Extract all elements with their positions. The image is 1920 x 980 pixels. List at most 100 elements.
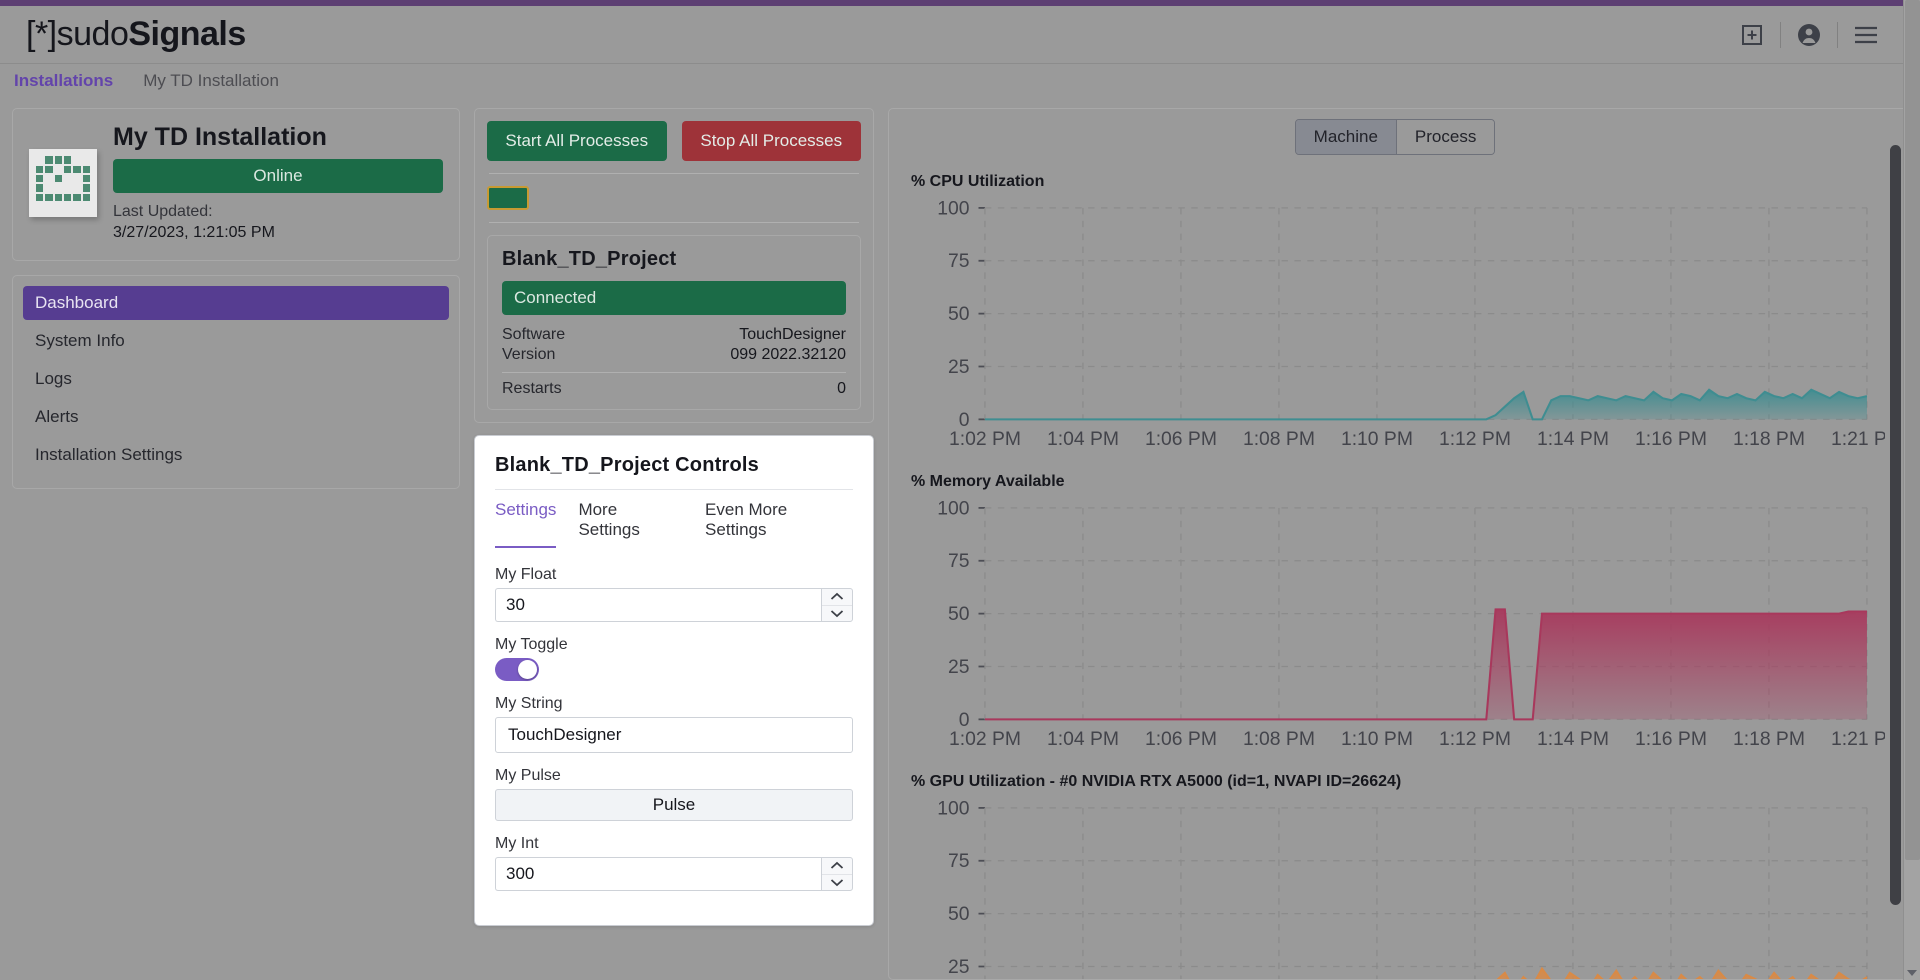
account-circle-icon[interactable] (1781, 14, 1837, 56)
table-row: Restarts 0 (502, 373, 846, 400)
my-int-decrement-icon[interactable] (822, 875, 852, 891)
hamburger-menu-icon[interactable] (1838, 14, 1894, 56)
field-my-float: My Float (495, 566, 853, 622)
chart-block-cpu: % CPU Utilization 0 25 50 75 100 1:02 PM 1:04 … (905, 173, 1885, 453)
svg-text:75: 75 (948, 550, 970, 572)
page-scrollbar-track[interactable] (1903, 0, 1920, 980)
svg-text:75: 75 (948, 850, 970, 872)
my-toggle-switch[interactable] (495, 658, 539, 681)
process-button-row: Start All Processes Stop All Processes (487, 121, 861, 161)
svg-text:25: 25 (948, 956, 970, 978)
sidebar-item-alerts[interactable]: Alerts (23, 400, 449, 434)
svg-text:1:16 PM: 1:16 PM (1635, 428, 1707, 450)
svg-text:1:16 PM: 1:16 PM (1635, 728, 1707, 750)
svg-text:1:04 PM: 1:04 PM (1047, 728, 1119, 750)
svg-text:1:06 PM: 1:06 PM (1145, 428, 1217, 450)
add-box-icon[interactable] (1724, 14, 1780, 56)
my-float-label: My Float (495, 566, 557, 583)
toggle-knob (518, 660, 537, 679)
breadcrumb-item-installations[interactable]: Installations (14, 71, 113, 91)
svg-text:50: 50 (948, 903, 970, 925)
last-updated-value: 3/27/2023, 1:21:05 PM (113, 224, 275, 242)
chart-title-cpu: % CPU Utilization (911, 173, 1045, 190)
tab-even-more-settings[interactable]: Even More Settings (705, 500, 853, 548)
svg-text:1:06 PM: 1:06 PM (1145, 728, 1217, 750)
chart-gpu-utilization: 02550751001:02 PM1:04 PM1:06 PM1:08 PM1:… (905, 795, 1885, 979)
my-float-input[interactable] (495, 588, 821, 622)
table-row: Software TouchDesigner (502, 325, 846, 345)
sidebar-item-installation-settings[interactable]: Installation Settings (23, 438, 449, 472)
installation-title: My TD Installation (113, 123, 327, 151)
controls-panel-title: Blank_TD_Project Controls (495, 454, 759, 476)
start-all-processes-button[interactable]: Start All Processes (487, 121, 667, 161)
installation-info: My TD Installation Online Last Updated: … (113, 123, 443, 244)
my-int-stepper (821, 857, 853, 891)
logo-signals: Signals (128, 15, 246, 53)
field-my-pulse: My Pulse Pulse (495, 767, 853, 821)
svg-text:1:08 PM: 1:08 PM (1243, 428, 1315, 450)
monitoring-panel: Machine Process % CPU Utilization 0 25 50 7… (888, 108, 1908, 980)
scope-toggle-group: Machine Process (1294, 119, 1496, 155)
chart-block-memory: % Memory Available 0 25 50 75 100 1:02 PM 1:04… (905, 473, 1885, 753)
scope-toggle-machine[interactable]: Machine (1295, 120, 1396, 154)
svg-text:1:02 PM: 1:02 PM (949, 428, 1021, 450)
process-status-chip[interactable] (487, 186, 529, 210)
scope-toggle: Machine Process (905, 119, 1885, 155)
my-float-increment-icon[interactable] (822, 589, 852, 606)
svg-text:1:14 PM: 1:14 PM (1537, 728, 1609, 750)
middle-column: Start All Processes Stop All Processes B… (474, 108, 874, 980)
my-pulse-label: My Pulse (495, 767, 561, 784)
scroll-down-arrow-icon[interactable] (1907, 970, 1917, 976)
svg-text:1:04 PM: 1:04 PM (1047, 428, 1119, 450)
breadcrumb: Installations My TD Installation (0, 64, 1920, 98)
svg-text:25: 25 (948, 656, 970, 678)
my-pulse-button[interactable]: Pulse (495, 789, 853, 821)
project-card: Blank_TD_Project Connected Software Touc… (487, 235, 861, 410)
row-key-version: Version (502, 346, 556, 363)
chart-title-memory: % Memory Available (911, 472, 1065, 490)
tab-settings[interactable]: Settings (495, 500, 557, 548)
installation-status-badge[interactable]: Online (113, 158, 443, 193)
svg-text:1:18 PM: 1:18 PM (1733, 428, 1805, 450)
svg-text:1:12 PM: 1:12 PM (1439, 728, 1511, 750)
row-key-software: Software (502, 326, 566, 343)
sidebar-item-logs[interactable]: Logs (23, 362, 449, 396)
app-header: [*] sudo Signals (0, 6, 1920, 64)
process-divider-2 (489, 222, 859, 223)
my-float-control (495, 588, 853, 622)
breadcrumb-item-my-td-installation[interactable]: My TD Installation (143, 71, 279, 91)
svg-text:100: 100 (937, 497, 969, 519)
svg-text:25: 25 (948, 356, 970, 378)
sidebar-item-dashboard[interactable]: Dashboard (23, 285, 449, 320)
svg-text:75: 75 (948, 250, 970, 272)
chart-cpu-utilization: 0 25 50 75 100 1:02 PM 1:04 PM 1:06 PM 1:08 PM 1:… (905, 195, 1885, 453)
my-int-input[interactable] (495, 857, 821, 891)
field-my-toggle: My Toggle (495, 636, 853, 681)
table-row: Version 099 2022.32120 (502, 345, 846, 365)
my-string-label: My String (495, 695, 563, 712)
scope-toggle-process[interactable]: Process (1395, 120, 1495, 154)
sidebar-item-system-info[interactable]: System Info (23, 324, 449, 358)
my-toggle-label: My Toggle (495, 636, 568, 653)
my-int-increment-icon[interactable] (822, 858, 852, 875)
monitoring-scrollbar-track[interactable] (1890, 117, 1901, 975)
svg-text:50: 50 (948, 603, 970, 625)
project-details-table: Software TouchDesigner Version 099 2022.… (502, 325, 846, 399)
my-string-input[interactable] (495, 717, 853, 753)
tab-more-settings[interactable]: More Settings (578, 500, 683, 548)
controls-tabs: Settings More Settings Even More Setting… (495, 500, 853, 548)
controls-divider (495, 489, 853, 490)
left-column: My TD Installation Online Last Updated: … (12, 108, 460, 980)
app-logo: [*] sudo Signals (26, 15, 246, 54)
process-control-card: Start All Processes Stop All Processes B… (474, 108, 874, 423)
monitoring-scrollbar-thumb[interactable] (1890, 145, 1901, 905)
table-divider-row (502, 365, 846, 373)
header-actions (1724, 14, 1894, 56)
page-scrollbar-thumb[interactable] (1905, 0, 1920, 860)
project-controls-panel: Blank_TD_Project Controls Settings More … (474, 435, 874, 926)
project-connection-status[interactable]: Connected (502, 281, 846, 315)
my-int-label: My Int (495, 835, 539, 852)
stop-all-processes-button[interactable]: Stop All Processes (681, 121, 861, 161)
my-float-decrement-icon[interactable] (822, 606, 852, 622)
process-divider-1 (489, 173, 859, 174)
